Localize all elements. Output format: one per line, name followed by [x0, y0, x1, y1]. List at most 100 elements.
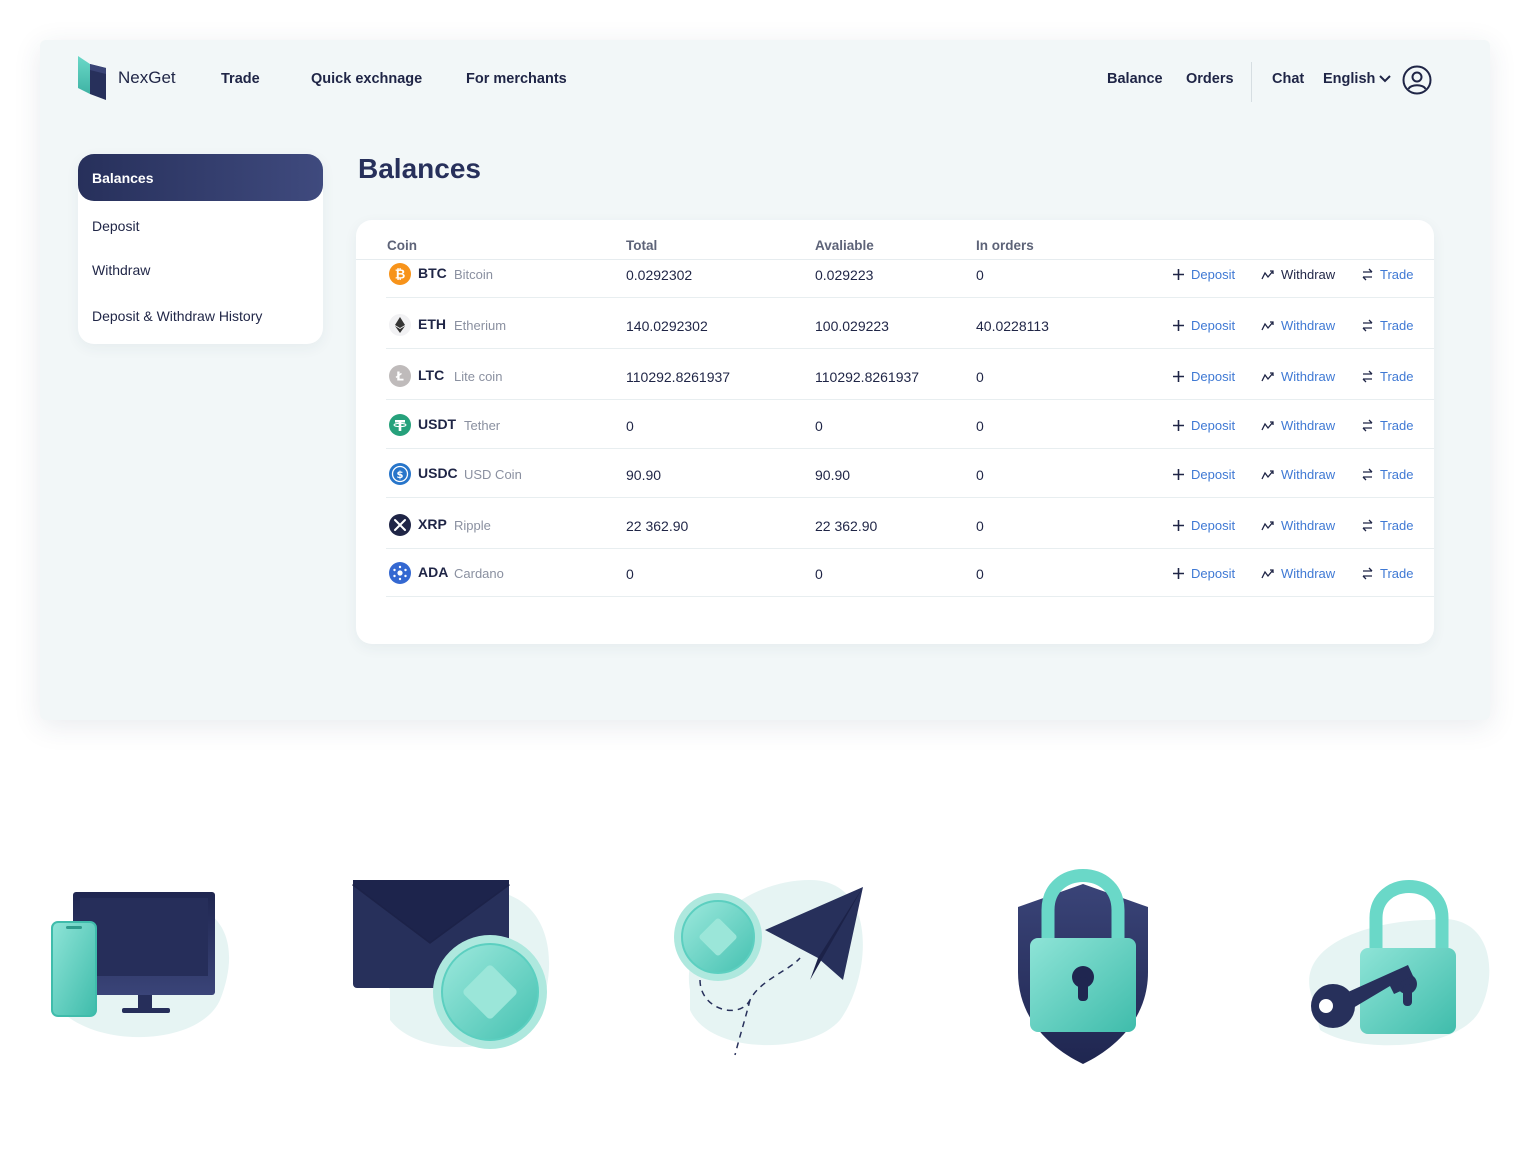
nexget-logo-icon — [78, 56, 106, 100]
withdraw-icon — [1261, 269, 1274, 279]
sidebar-item-deposit[interactable]: Deposit — [92, 218, 139, 234]
row-divider — [386, 348, 1434, 349]
plus-icon — [1173, 420, 1184, 431]
withdraw-icon — [1261, 469, 1274, 479]
table-row: Ł LTC Lite coin 110292.8261937 110292.82… — [386, 350, 1434, 400]
coin-symbol: USDC — [418, 465, 458, 481]
withdraw-icon — [1261, 320, 1274, 330]
withdraw-icon — [1261, 371, 1274, 381]
withdraw-link[interactable]: Withdraw — [1261, 418, 1335, 433]
ripple-icon — [389, 514, 411, 536]
withdraw-link[interactable]: Withdraw — [1261, 467, 1335, 482]
cell-available: 100.029223 — [815, 318, 889, 334]
withdraw-link[interactable]: Withdraw — [1261, 318, 1335, 333]
cell-total: 0 — [626, 566, 634, 582]
sidebar-item-history[interactable]: Deposit & Withdraw History — [92, 308, 262, 324]
withdraw-link[interactable]: Withdraw — [1261, 566, 1335, 581]
svg-text:₿: ₿ — [395, 268, 406, 283]
plus-icon — [1173, 568, 1184, 579]
language-selector[interactable]: English — [1323, 71, 1392, 87]
table-row: ADA Cardano 0 0 0 Deposit Withdraw Trade — [386, 547, 1434, 597]
devices-illustration — [51, 892, 230, 1038]
trade-label: Trade — [1380, 267, 1414, 282]
trade-link[interactable]: Trade — [1361, 369, 1413, 384]
coin-symbol: BTC — [418, 265, 447, 281]
swap-icon — [1362, 319, 1373, 332]
cell-in-orders: 0 — [976, 369, 984, 385]
cell-in-orders: 0 — [976, 467, 984, 483]
shield-lock-illustration — [1018, 869, 1148, 1064]
chevron-down-icon — [1379, 75, 1392, 83]
deposit-label: Deposit — [1191, 418, 1236, 433]
brand-name: NexGet — [118, 68, 176, 87]
nav-quick-exchange[interactable]: Quick exchnage — [311, 71, 422, 87]
nav-divider — [1251, 62, 1252, 102]
coin-name: Ripple — [454, 518, 491, 533]
swap-icon — [1362, 370, 1373, 383]
trade-label: Trade — [1380, 418, 1414, 433]
cell-total: 22 362.90 — [626, 518, 689, 534]
cell-in-orders: 40.0228113 — [976, 318, 1049, 334]
withdraw-icon — [1261, 520, 1274, 530]
withdraw-icon — [1261, 420, 1274, 430]
coin-name: USD Coin — [464, 467, 522, 482]
deposit-label: Deposit — [1191, 518, 1236, 533]
trade-link[interactable]: Trade — [1361, 418, 1413, 433]
trade-label: Trade — [1380, 467, 1414, 482]
swap-icon — [1362, 468, 1373, 481]
user-avatar-icon[interactable] — [1402, 65, 1432, 95]
coin-symbol: ADA — [418, 564, 449, 580]
deposit-link[interactable]: Deposit — [1172, 467, 1235, 482]
litecoin-icon: Ł — [389, 365, 411, 387]
withdraw-link[interactable]: Withdraw — [1261, 369, 1335, 384]
trade-link[interactable]: Trade — [1361, 518, 1413, 533]
deposit-label: Deposit — [1191, 318, 1236, 333]
trade-link[interactable]: Trade — [1361, 467, 1413, 482]
row-divider — [386, 596, 1434, 597]
mail-coin-illustration — [352, 880, 550, 1049]
trade-link[interactable]: Trade — [1361, 566, 1413, 581]
withdraw-link[interactable]: Withdraw — [1261, 267, 1335, 282]
withdraw-label: Withdraw — [1281, 566, 1336, 581]
sidebar-item-balances[interactable]: Balances — [78, 154, 323, 201]
withdraw-link[interactable]: Withdraw — [1261, 518, 1335, 533]
cell-total: 0 — [626, 418, 634, 434]
usdc-icon: $ — [389, 463, 411, 485]
cell-total: 90.90 — [626, 467, 662, 483]
plus-icon — [1173, 371, 1184, 382]
swap-icon — [1362, 567, 1373, 580]
deposit-link[interactable]: Deposit — [1172, 418, 1235, 433]
table-row: ETH Etherium 140.0292302 100.029223 40.0… — [386, 299, 1434, 349]
trade-link[interactable]: Trade — [1361, 318, 1413, 333]
app-window: NexGet Trade Quick exchnage For merchant… — [40, 40, 1490, 720]
deposit-link[interactable]: Deposit — [1172, 566, 1235, 581]
nav-chat[interactable]: Chat — [1272, 71, 1304, 87]
nav-balance[interactable]: Balance — [1107, 71, 1163, 87]
cardano-icon — [389, 562, 411, 584]
nav-for-merchants[interactable]: For merchants — [466, 71, 567, 87]
nav-orders[interactable]: Orders — [1186, 71, 1234, 87]
coin-symbol: XRP — [418, 516, 447, 532]
deposit-link[interactable]: Deposit — [1172, 369, 1235, 384]
deposit-link[interactable]: Deposit — [1172, 318, 1235, 333]
swap-icon — [1362, 268, 1373, 281]
brand-logo[interactable]: NexGet — [78, 56, 176, 100]
deposit-link[interactable]: Deposit — [1172, 518, 1235, 533]
plus-icon — [1173, 269, 1184, 280]
page-title: Balances — [358, 153, 481, 184]
deposit-label: Deposit — [1191, 467, 1236, 482]
trade-link[interactable]: Trade — [1361, 267, 1413, 282]
cell-available: 0 — [815, 418, 823, 434]
swap-icon — [1362, 419, 1373, 432]
coin-name: Tether — [464, 418, 501, 433]
sidebar-item-withdraw[interactable]: Withdraw — [92, 262, 150, 278]
table-row: USDT Tether 0 0 0 Deposit Withdraw Trade — [386, 399, 1434, 449]
paper-plane-coin-illustration — [674, 880, 863, 1056]
ethereum-icon — [389, 314, 411, 336]
coin-name: Cardano — [454, 566, 504, 581]
swap-icon — [1362, 519, 1373, 532]
nav-trade[interactable]: Trade — [221, 71, 260, 87]
key-lock-illustration — [1309, 880, 1490, 1046]
trade-label: Trade — [1380, 566, 1414, 581]
deposit-link[interactable]: Deposit — [1172, 267, 1235, 282]
